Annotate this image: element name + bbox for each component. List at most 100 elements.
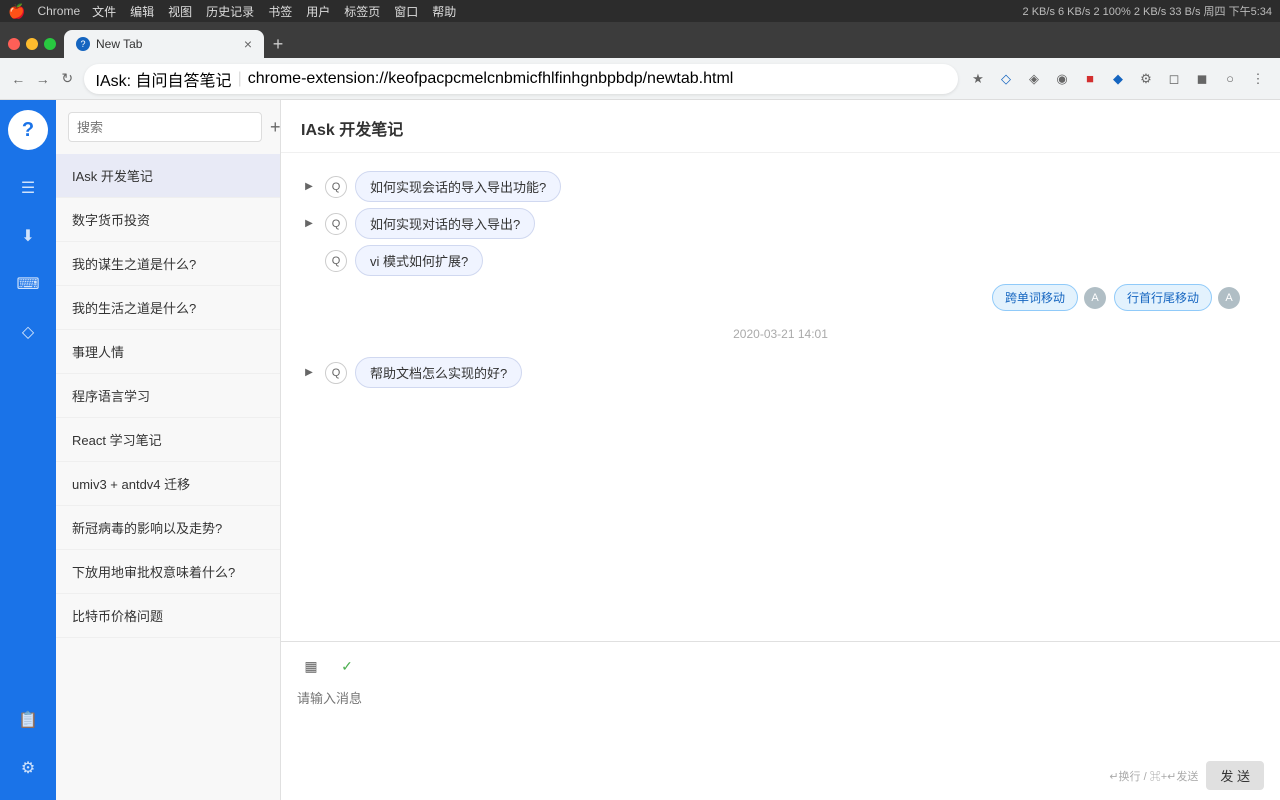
dropbox-icon[interactable]: ◇ bbox=[10, 314, 46, 350]
menu-edit[interactable]: 编辑 bbox=[130, 3, 154, 20]
menu-history[interactable]: 历史记录 bbox=[206, 3, 254, 20]
address-url: chrome-extension://keofpacpcmelcnbmicfhl… bbox=[248, 70, 734, 88]
message-input[interactable] bbox=[297, 688, 1264, 748]
menu-tabs[interactable]: 标签页 bbox=[344, 3, 380, 20]
notebook-item-umiv3[interactable]: umiv3 + antdv4 迁移 bbox=[56, 462, 280, 506]
new-tab-btn[interactable]: + bbox=[264, 30, 292, 58]
answer-tag-label-2[interactable]: 行首行尾移动 bbox=[1114, 284, 1212, 311]
main-content: IAsk 开发笔记 ▶ Q 如何实现会话的导入导出功能? ▶ Q 如何实现对话的… bbox=[281, 100, 1280, 800]
menu-user[interactable]: 用户 bbox=[306, 3, 330, 20]
notebook-item-people[interactable]: 事理人情 bbox=[56, 330, 280, 374]
question-group-1: ▶ Q 如何实现会话的导入导出功能? ▶ Q 如何实现对话的导入导出? Q vi… bbox=[301, 171, 1260, 276]
browser-toolbar: ★ ◇ ◈ ◉ ■ ◆ ⚙ ◻ ◼ ○ ⋮ bbox=[966, 67, 1270, 91]
active-tab[interactable]: ? New Tab × bbox=[64, 30, 264, 58]
question-chip-1[interactable]: 如何实现会话的导入导出功能? bbox=[355, 171, 561, 202]
titlebar: 🍎 Chrome 文件 编辑 视图 历史记录 书签 用户 标签页 窗口 帮助 2… bbox=[0, 0, 1280, 22]
extension-icon-5[interactable]: ◆ bbox=[1106, 67, 1130, 91]
menu-bookmarks[interactable]: 书签 bbox=[268, 3, 292, 20]
maximize-window-btn[interactable] bbox=[44, 38, 56, 50]
site-name: IAsk: 自问自答笔记 bbox=[96, 67, 232, 91]
question-chip-4[interactable]: 帮助文档怎么实现的好? bbox=[355, 357, 522, 388]
minimize-window-btn[interactable] bbox=[26, 38, 38, 50]
apple-menu[interactable]: 🍎 bbox=[8, 3, 25, 20]
answer-tag-badge-2: A bbox=[1218, 287, 1240, 309]
menu-view[interactable]: 视图 bbox=[168, 3, 192, 20]
search-input[interactable] bbox=[68, 112, 262, 142]
send-btn[interactable]: 发 送 bbox=[1206, 761, 1264, 790]
expand-btn-1[interactable]: ▶ bbox=[301, 179, 317, 195]
expand-btn-2[interactable]: ▶ bbox=[301, 216, 317, 232]
menu-window[interactable]: 窗口 bbox=[394, 3, 418, 20]
answer-tag-2: 行首行尾移动 A bbox=[1114, 284, 1240, 311]
page-title: IAsk 开发笔记 bbox=[281, 100, 1280, 153]
question-row-1: ▶ Q 如何实现会话的导入导出功能? bbox=[301, 171, 1260, 202]
notebook-item-lang[interactable]: 程序语言学习 bbox=[56, 374, 280, 418]
table-tool-btn[interactable]: ▦ bbox=[297, 652, 325, 680]
answer-tag-badge-1: A bbox=[1084, 287, 1106, 309]
add-notebook-btn[interactable]: + bbox=[270, 117, 281, 138]
notebook-item-crypto[interactable]: 数字货币投资 bbox=[56, 198, 280, 242]
tab-title: New Tab bbox=[96, 37, 142, 51]
question-group-2: ▶ Q 帮助文档怎么实现的好? bbox=[301, 357, 1260, 388]
settings-icon[interactable]: ⚙ bbox=[1134, 67, 1158, 91]
extension-icon-1[interactable]: ◇ bbox=[994, 67, 1018, 91]
close-window-btn[interactable] bbox=[8, 38, 20, 50]
answer-tag-1: 跨单词移动 A bbox=[992, 284, 1106, 311]
notebook-list: + IAsk 开发笔记 数字货币投资 我的谋生之道是什么? 我的生活之道是什么?… bbox=[56, 100, 281, 800]
answer-tag-label-1[interactable]: 跨单词移动 bbox=[992, 284, 1078, 311]
menu-file[interactable]: 文件 bbox=[92, 3, 116, 20]
notebook-item-land[interactable]: 下放用地审批权意味着什么? bbox=[56, 550, 280, 594]
question-row-4: ▶ Q 帮助文档怎么实现的好? bbox=[301, 357, 1260, 388]
notebook-item-iask[interactable]: IAsk 开发笔记 bbox=[56, 154, 280, 198]
list-icon[interactable]: ☰ bbox=[10, 170, 46, 206]
extension-icon-4[interactable]: ■ bbox=[1078, 67, 1102, 91]
search-bar: + bbox=[56, 100, 280, 154]
app: ? ☰ ⬇ ⌨ ◇ 📋 ⚙ + IAsk 开发笔记 数字货币投资 我的谋生之道是… bbox=[0, 100, 1280, 800]
notebook-item-life2[interactable]: 我的生活之道是什么? bbox=[56, 286, 280, 330]
menu-help[interactable]: 帮助 bbox=[432, 3, 456, 20]
address-bar[interactable]: IAsk: 自问自答笔记 | chrome-extension://keofpa… bbox=[84, 64, 958, 94]
tabbar: ? New Tab × + bbox=[0, 22, 1280, 58]
chat-area[interactable]: ▶ Q 如何实现会话的导入导出功能? ▶ Q 如何实现对话的导入导出? Q vi… bbox=[281, 153, 1280, 641]
notebook-items: IAsk 开发笔记 数字货币投资 我的谋生之道是什么? 我的生活之道是什么? 事… bbox=[56, 154, 280, 800]
extension-icon-3[interactable]: ◉ bbox=[1050, 67, 1074, 91]
addressbar: ← → ↻ IAsk: 自问自答笔记 | chrome-extension://… bbox=[0, 58, 1280, 100]
keyboard-icon[interactable]: ⌨ bbox=[10, 266, 46, 302]
forward-btn[interactable]: → bbox=[35, 67, 52, 91]
question-chip-2[interactable]: 如何实现对话的导入导出? bbox=[355, 208, 535, 239]
extension-icon-2[interactable]: ◈ bbox=[1022, 67, 1046, 91]
input-hint: ↵换行 / ⌘+↵发送 bbox=[1109, 768, 1198, 784]
tab-close-btn[interactable]: × bbox=[244, 36, 252, 52]
titlebar-left: 🍎 Chrome 文件 编辑 视图 历史记录 书签 用户 标签页 窗口 帮助 bbox=[8, 3, 456, 20]
back-btn[interactable]: ← bbox=[10, 67, 27, 91]
notebook-item-life1[interactable]: 我的谋生之道是什么? bbox=[56, 242, 280, 286]
tab-favicon: ? bbox=[76, 37, 90, 51]
question-chip-3[interactable]: vi 模式如何扩展? bbox=[355, 245, 483, 276]
question-row-3: Q vi 模式如何扩展? bbox=[301, 245, 1260, 276]
cast-icon[interactable]: ◻ bbox=[1162, 67, 1186, 91]
menu-icon[interactable]: ⋮ bbox=[1246, 67, 1270, 91]
bookmark-star-icon[interactable]: ★ bbox=[966, 67, 990, 91]
titlebar-menus: 文件 编辑 视图 历史记录 书签 用户 标签页 窗口 帮助 bbox=[92, 3, 456, 20]
chrome-label: Chrome bbox=[37, 4, 80, 18]
notebook-item-covid[interactable]: 新冠病毒的影响以及走势? bbox=[56, 506, 280, 550]
answer-tags: 跨单词移动 A 行首行尾移动 A bbox=[321, 284, 1240, 311]
notebook-item-bitcoin[interactable]: 比特币价格问题 bbox=[56, 594, 280, 638]
input-footer: ↵换行 / ⌘+↵发送 发 送 bbox=[297, 761, 1264, 790]
reload-btn[interactable]: ↻ bbox=[59, 67, 76, 91]
app-logo[interactable]: ? bbox=[8, 110, 48, 150]
file-icon[interactable]: 📋 bbox=[10, 702, 46, 738]
profile-icon[interactable]: ○ bbox=[1218, 67, 1242, 91]
titlebar-right: 2 KB/s 6 KB/s 2 100% 2 KB/s 33 B/s 周四 下午… bbox=[1023, 3, 1272, 19]
q-badge-4: Q bbox=[325, 362, 347, 384]
check-tool-btn[interactable]: ✓ bbox=[333, 652, 361, 680]
system-info: 2 KB/s 6 KB/s 2 100% 2 KB/s 33 B/s 周四 下午… bbox=[1023, 3, 1272, 19]
extension-icon-6[interactable]: ◼ bbox=[1190, 67, 1214, 91]
download-icon[interactable]: ⬇ bbox=[10, 218, 46, 254]
icon-sidebar: ? ☰ ⬇ ⌨ ◇ 📋 ⚙ bbox=[0, 100, 56, 800]
expand-btn-3[interactable]: ▶ bbox=[301, 365, 317, 381]
settings-sidebar-icon[interactable]: ⚙ bbox=[10, 750, 46, 786]
q-badge-1: Q bbox=[325, 176, 347, 198]
notebook-item-react[interactable]: React 学习笔记 bbox=[56, 418, 280, 462]
timestamp: 2020-03-21 14:01 bbox=[301, 327, 1260, 341]
